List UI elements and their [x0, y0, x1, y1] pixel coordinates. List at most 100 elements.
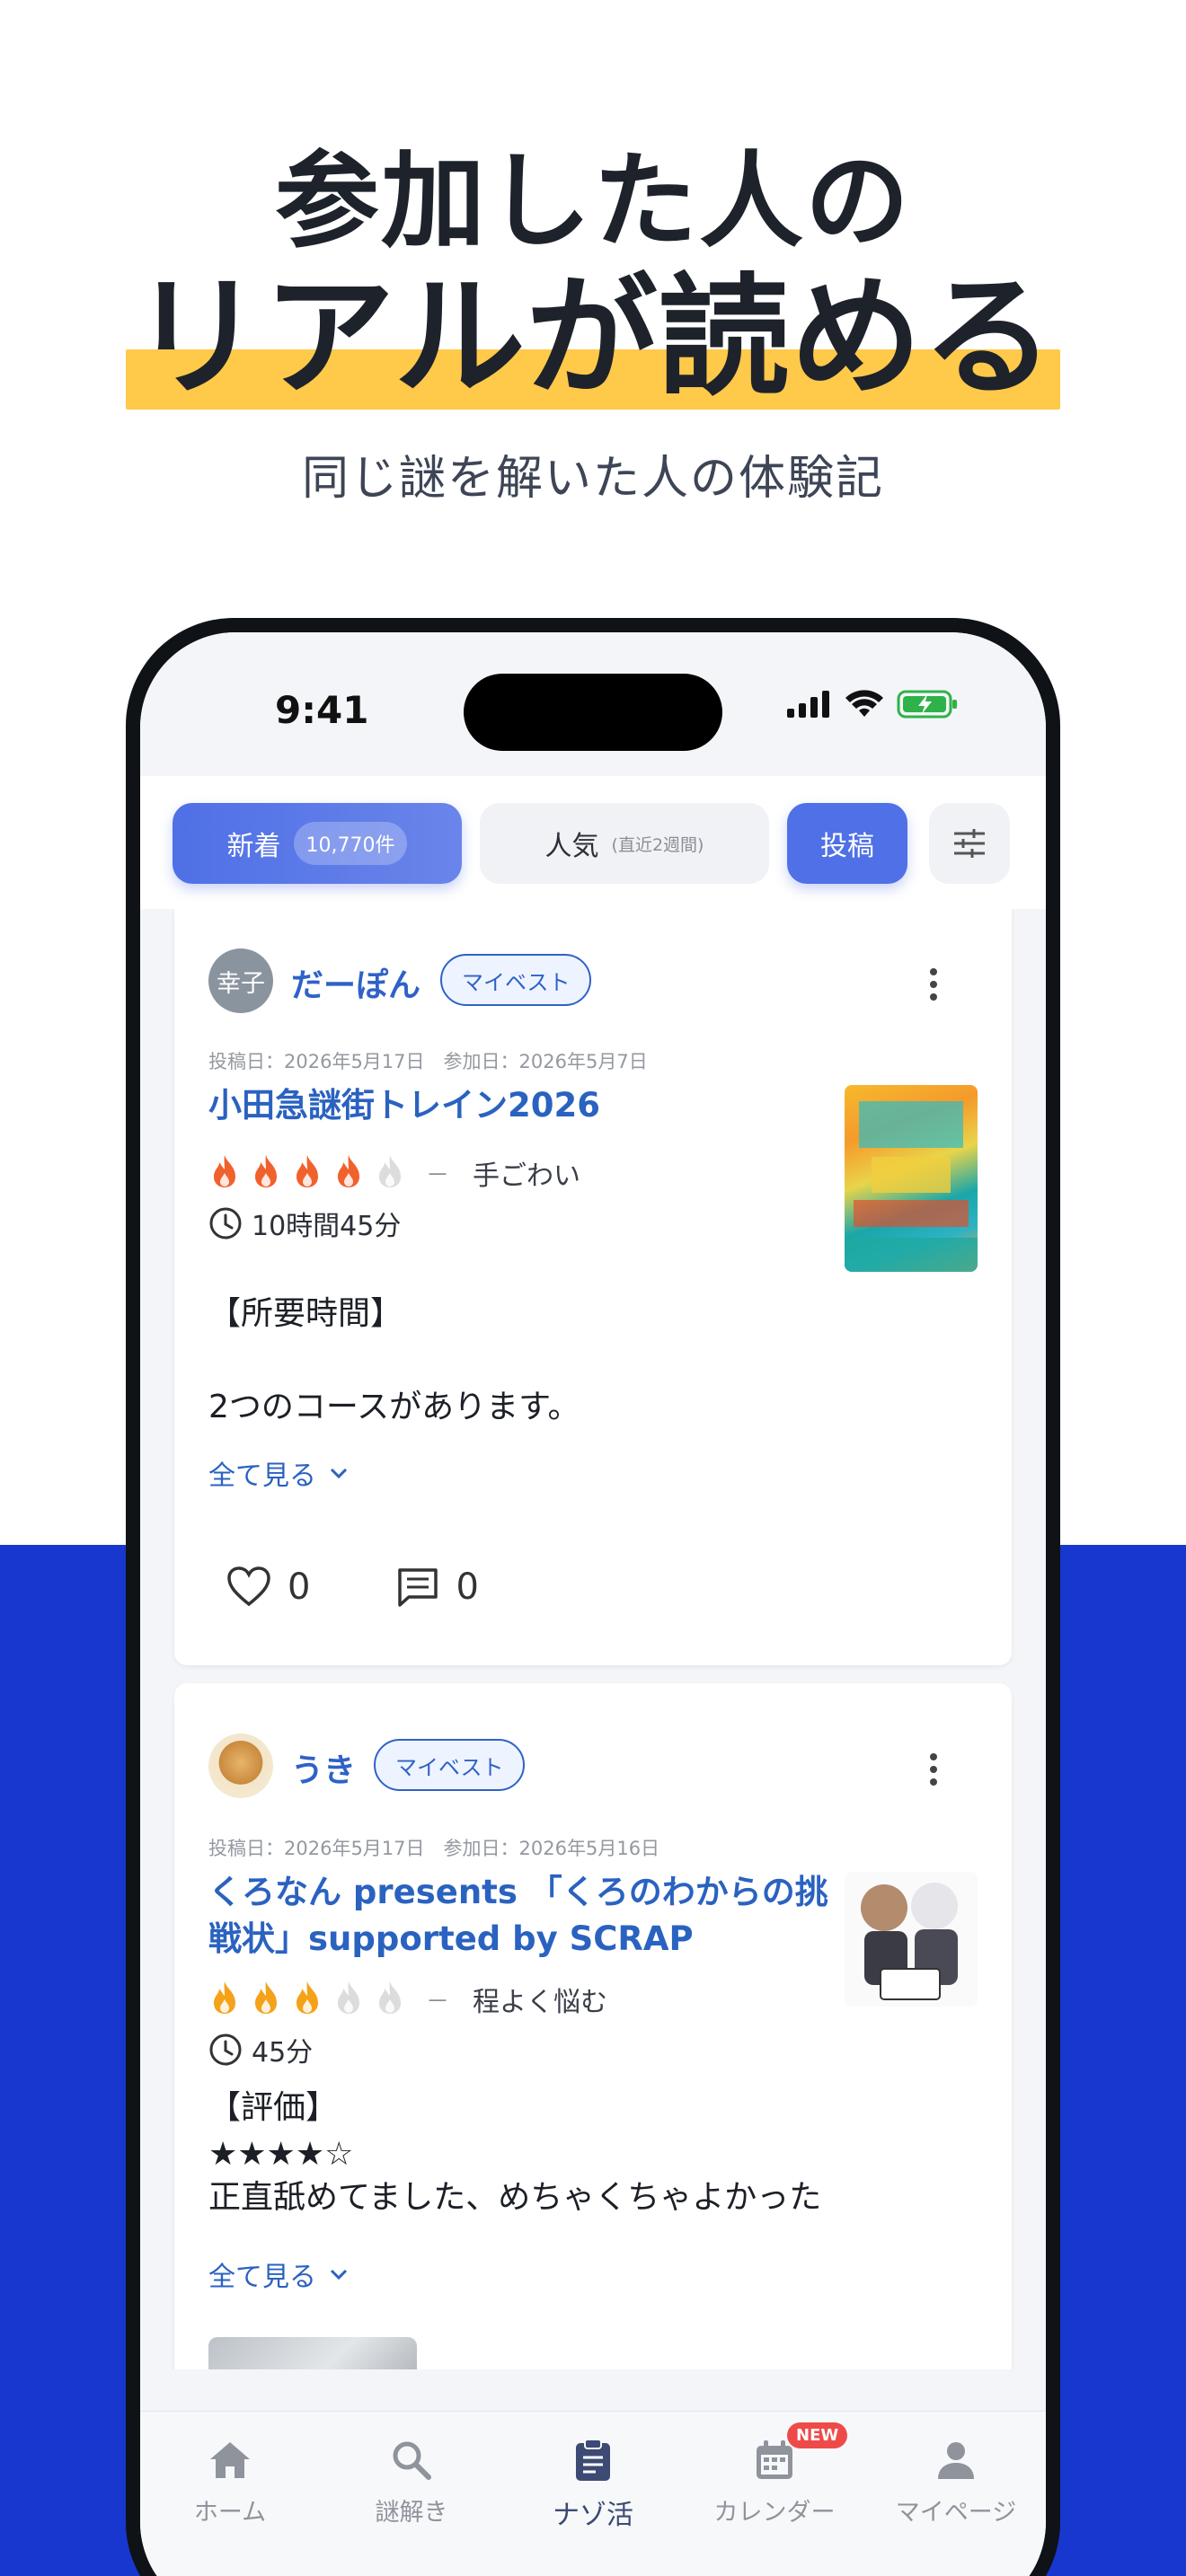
see-all-link[interactable]: 全て見る	[208, 1453, 349, 1493]
calendar-icon	[757, 2440, 792, 2479]
wifi-icon	[845, 690, 883, 717]
status-bar: 9:41	[140, 632, 1046, 776]
headline-line2: リアルが読める	[131, 261, 1055, 414]
event-title[interactable]: 小田急謎街トレイン2026	[208, 1081, 600, 1130]
nav-nazokatsu[interactable]: ナゾ活	[503, 2435, 683, 2532]
post-meta-dates: 投稿日：2026年5月17日 参加日：2026年5月16日	[208, 1838, 660, 1859]
clock-icon	[209, 2033, 242, 2066]
event-thumbnail[interactable]	[845, 1872, 978, 2007]
mybest-badge: マイベスト	[374, 1739, 526, 1791]
avatar[interactable]	[208, 1734, 273, 1798]
flame-icon	[291, 1153, 323, 1193]
nav-mypage[interactable]: マイページ	[866, 2435, 1046, 2527]
tab-new-label: 新着	[226, 831, 281, 862]
difficulty-rating: － 程よく悩む	[208, 1980, 607, 2019]
post-meta-dates: 投稿日：2026年5月17日 参加日：2026年5月7日	[208, 1051, 648, 1072]
post-body-line2: ★★★★☆	[208, 2136, 354, 2173]
flame-icon	[208, 1153, 241, 1193]
headline-line1: 参加した人の	[275, 141, 911, 262]
filter-button[interactable]	[929, 803, 1010, 884]
event-title-line1[interactable]: くろなん presents 「くろのわからの挑	[208, 1868, 828, 1917]
flame-icon	[250, 1980, 282, 2019]
new-badge: NEW	[787, 2422, 848, 2448]
post-body-line2: 2つのコースがあります。	[208, 1389, 580, 1425]
clipboard-icon	[576, 2439, 610, 2481]
post-card[interactable]: うき マイベスト 投稿日：2026年5月17日 参加日：2026年5月16日 く…	[174, 1683, 1012, 2369]
difficulty-dash: －	[426, 1988, 450, 2016]
comment-icon[interactable]	[396, 1566, 439, 1608]
nav-home[interactable]: ホーム	[140, 2435, 320, 2527]
nav-nazokatsu-label: ナゾ活	[553, 2500, 633, 2531]
event-thumbnail[interactable]	[845, 1085, 978, 1272]
reactions-row: 0 0	[226, 1566, 479, 1608]
flame-icon	[332, 1153, 365, 1193]
post-body-line3: 正直舐めてました、めちゃくちゃよかった	[208, 2179, 822, 2216]
chevron-down-icon	[330, 2269, 348, 2280]
tab-popular-period: (直近2週間)	[611, 834, 704, 855]
username[interactable]: うき	[291, 1744, 356, 1791]
event-title-line2[interactable]: 戦状」supported by SCRAP	[208, 1915, 694, 1963]
like-count: 0	[288, 1566, 311, 1608]
flame-icon	[374, 1153, 406, 1193]
post-feed[interactable]: 幸子 だーぽん マイベスト 投稿日：2026年5月17日 参加日：2026年5月…	[140, 909, 1046, 2369]
status-icons	[787, 690, 960, 719]
post-photo[interactable]	[208, 2337, 417, 2369]
tab-new[interactable]: 新着 10,770件	[173, 803, 462, 884]
username[interactable]: だーぽん	[291, 959, 420, 1006]
flame-icon	[291, 1980, 323, 2019]
nav-solve[interactable]: 謎解き	[322, 2435, 501, 2527]
bottom-navigation: ホーム 謎解き ナゾ活 NEW カレンダー マイページ	[140, 2411, 1046, 2576]
phone-screen: 9:41 新着 10,770件 人気 (直近2週間) 投稿 幸子 だーぽん マイ…	[140, 632, 1046, 2576]
home-icon	[210, 2442, 250, 2478]
person-icon	[938, 2442, 974, 2479]
dynamic-island	[464, 674, 722, 751]
feed-tab-bar: 新着 10,770件 人気 (直近2週間) 投稿	[140, 776, 1046, 909]
flame-icon	[208, 1980, 241, 2019]
see-all-link[interactable]: 全て見る	[208, 2254, 349, 2294]
tab-popular-label: 人気	[544, 831, 599, 862]
difficulty-label: 手ごわい	[473, 1160, 581, 1192]
nav-solve-label: 謎解き	[375, 2499, 448, 2527]
event-character-image	[861, 1883, 958, 2000]
cellular-signal-icon	[787, 691, 829, 718]
see-all-label: 全て見る	[208, 1460, 316, 1492]
clock-icon	[209, 1207, 242, 1239]
difficulty-label: 程よく悩む	[473, 1987, 608, 2018]
flame-icon	[374, 1980, 406, 2019]
mybest-badge: マイベスト	[440, 954, 592, 1006]
status-time: 9:41	[275, 688, 369, 732]
heart-icon[interactable]	[226, 1566, 271, 1608]
avatar[interactable]: 幸子	[208, 948, 273, 1013]
comment-count: 0	[456, 1566, 479, 1608]
phone-frame: 9:41 新着 10,770件 人気 (直近2週間) 投稿 幸子 だーぽん マイ…	[126, 618, 1060, 2576]
duration-text: 10時間45分	[252, 1211, 402, 1242]
play-duration: 10時間45分	[208, 1204, 401, 1243]
promo-headline: 参加した人の リアルが読める 同じ謎を解いた人の体験記	[0, 144, 1186, 507]
see-all-label: 全て見る	[208, 2262, 316, 2293]
post-button[interactable]: 投稿	[787, 803, 907, 884]
post-card[interactable]: 幸子 だーぽん マイベスト 投稿日：2026年5月17日 参加日：2026年5月…	[174, 909, 1012, 1665]
nav-calendar[interactable]: NEW カレンダー	[685, 2422, 864, 2527]
search-icon	[393, 2441, 431, 2480]
nav-calendar-label: カレンダー	[713, 2499, 836, 2527]
duration-text: 45分	[252, 2037, 314, 2069]
difficulty-rating: － 手ごわい	[208, 1153, 580, 1193]
tab-popular[interactable]: 人気 (直近2週間)	[480, 803, 769, 884]
flame-icon	[250, 1153, 282, 1193]
event-poster-image	[845, 1101, 978, 1272]
headline-subtitle: 同じ謎を解いた人の体験記	[301, 452, 884, 506]
post-body-line1: 【評価】	[208, 2089, 339, 2126]
headline-line2-wrap: リアルが読める	[126, 261, 1060, 414]
nav-mypage-label: マイページ	[895, 2499, 1017, 2527]
flame-icons	[208, 1153, 406, 1193]
play-duration: 45分	[208, 2030, 313, 2069]
flame-icon	[332, 1980, 365, 2019]
filter-sliders-icon	[954, 829, 985, 858]
post-body-line1: 【所要時間】	[208, 1295, 403, 1332]
flame-icons	[208, 1980, 406, 2019]
tab-new-count-badge: 10,770件	[293, 822, 408, 865]
more-options-icon[interactable]	[929, 1753, 938, 1786]
difficulty-dash: －	[426, 1161, 450, 1189]
more-options-icon[interactable]	[929, 968, 938, 1001]
battery-charging-icon	[897, 690, 957, 719]
